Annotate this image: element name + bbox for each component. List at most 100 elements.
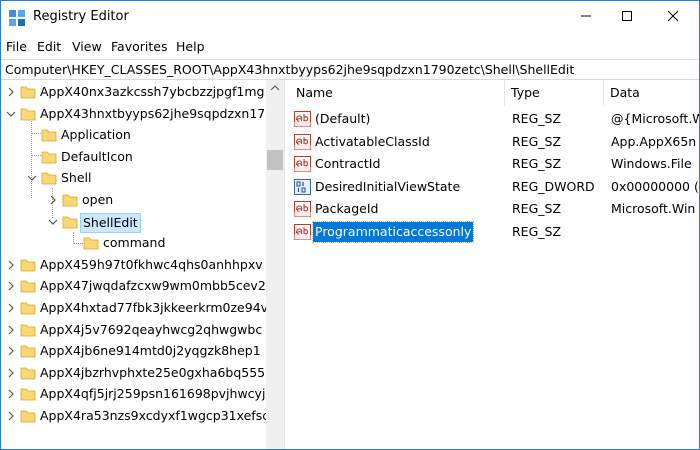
chevron-right-icon[interactable] [6,389,16,399]
address-path[interactable]: Computer\HKEY_CLASSES_ROOT\AppX43hnxtbyy… [5,62,574,77]
column-header-type[interactable]: Type [505,80,604,106]
window-title: Registry Editor [33,9,129,24]
folder-icon [62,194,78,207]
folder-icon [20,410,36,423]
value-type: REG_SZ [512,201,562,217]
value-type: REG_DWORD [512,178,595,194]
value-data: Microsoft.Win [611,201,696,217]
folder-icon [83,237,99,250]
value-row[interactable]: (Default) REG_SZ @{Microsoft.W [290,108,700,130]
minimize-button[interactable] [563,0,609,32]
folder-open-icon [62,216,78,228]
address-bar[interactable]: Computer\HKEY_CLASSES_ROOT\AppX43hnxtbyy… [0,59,700,80]
tree-item[interactable]: AppX4jbzrhvphxte25e0gxha6bq555 [0,363,266,384]
column-header-data[interactable]: Data [604,80,700,106]
chevron-right-icon[interactable] [6,260,16,270]
string-value-icon [294,201,311,218]
minimize-icon [581,15,591,17]
tree-item[interactable]: AppX459h97t0fkhwc4qhs0anhhpxv [0,255,266,276]
tree-item[interactable]: command [0,233,266,254]
scroll-up-icon[interactable] [266,80,284,96]
folder-icon [20,367,36,380]
tree-scrollbar[interactable] [266,80,284,450]
tree-item-label: AppX4hxtad77fbk3jkkeerkrm0ze94v [40,300,269,315]
folder-icon [20,388,36,401]
tree-item-label: AppX4jb6ne914mtd0j2yqgzk8hep1 [40,343,261,359]
chevron-right-icon[interactable] [6,346,16,356]
menu-help[interactable]: Help [176,39,205,54]
key-tree: AppX40nx3azkcssh7ybcbzzjpgf1mg AppX43hnxt… [0,80,284,450]
tree-item[interactable]: Shell [0,168,266,189]
value-row[interactable]: ActivatableClassId REG_SZ App.AppX65n [290,131,700,153]
tree-item[interactable]: AppX4hxtad77fbk3jkkeerkrm0ze94v [0,298,268,319]
chevron-right-icon[interactable] [6,303,16,313]
folder-icon [20,108,36,120]
tree-item[interactable]: open [0,190,266,211]
value-row[interactable]: PackageId REG_SZ Microsoft.Win [290,198,700,220]
maximize-icon [622,11,632,21]
value-type: REG_SZ [512,111,562,126]
string-value-icon [294,224,311,240]
close-button[interactable] [650,0,696,32]
binary-value-icon [294,178,311,195]
string-value-icon [294,133,311,150]
tree-item-label: command [103,235,166,251]
tree-item[interactable]: AppX4jb6ne914mtd0j2yqgzk8hep1 [0,341,266,362]
maximize-button[interactable] [604,0,650,32]
folder-icon [41,151,57,164]
title-bar: Registry Editor [0,0,700,36]
chevron-right-icon[interactable] [6,87,16,97]
chevron-right-icon[interactable] [6,368,16,378]
value-row[interactable]: Programmaticaccessonly REG_SZ [290,221,700,243]
chevron-down-icon[interactable] [27,173,37,183]
tree-item[interactable]: AppX40nx3azkcssh7ybcbzzjpgf1mg [0,82,266,103]
value-type: REG_SZ [512,133,562,149]
tree-item-label: AppX40nx3azkcssh7ybcbzzjpgf1mg [40,84,265,99]
value-data: @{Microsoft.W [611,111,700,126]
close-icon [667,10,679,22]
chevron-down-icon[interactable] [6,109,16,119]
value-row[interactable]: DesiredInitialViewState REG_DWORD 0x000000… [290,176,700,198]
value-row[interactable]: ContractId REG_SZ Windows.File [290,153,700,175]
chevron-right-icon[interactable] [6,325,16,335]
chevron-right-icon[interactable] [6,281,16,291]
column-header-name[interactable]: Name [290,80,505,106]
menu-edit[interactable]: Edit [37,39,61,54]
value-data: Windows.File [611,156,692,172]
tree-item[interactable]: AppX4qfj5jrj259psn161698pvjhwcyj [0,384,266,405]
tree-item-label: AppX47jwqdafzcxw9wm0mbb5cev2 [40,278,266,294]
tree-item[interactable]: AppX4ra53nzs9xcdyxf1wgcp31xefsc [0,406,269,427]
string-value-icon [294,111,311,127]
value-type: REG_SZ [512,156,562,172]
chevron-right-icon[interactable] [48,195,58,205]
tree-item[interactable]: ShellEdit [0,212,266,233]
tree-item-label: Shell [61,170,92,186]
tree-item-label: AppX4j5v7692qeayhwcg2qhwgwbc [40,321,263,337]
folder-icon [20,345,36,358]
folder-icon [20,86,36,99]
tree-item[interactable]: DefaultIcon [0,147,266,168]
tree-item[interactable]: AppX43hnxtbyyps62jhe9sqpdzxn17 [0,104,266,125]
string-value-icon [294,156,311,173]
value-data: App.AppX65n [611,133,697,149]
tree-item-label: AppX4qfj5jrj259psn161698pvjhwcyj [40,386,266,402]
tree-item[interactable]: AppX47jwqdafzcxw9wm0mbb5cev2 [0,276,266,297]
value-data: 0x00000000 (0 [611,178,700,194]
tree-item-label: AppX43hnxtbyyps62jhe9sqpdzxn17 [40,105,266,121]
folder-icon [41,129,57,142]
menu-favorites[interactable]: Favorites [111,39,167,54]
folder-icon [20,302,36,315]
chevron-right-icon[interactable] [6,411,16,421]
tree-item[interactable]: AppX4j5v7692qeayhwcg2qhwgwbc [0,320,266,341]
chevron-down-icon[interactable] [48,217,58,227]
scroll-thumb[interactable] [267,150,283,170]
tree-item[interactable]: Application [0,125,266,146]
tree-item-label: DefaultIcon [61,148,133,164]
tree-item-label: Application [61,127,131,143]
menu-file[interactable]: File [6,39,27,54]
folder-icon [20,280,36,293]
menu-view[interactable]: View [72,39,102,54]
value-name: Programmaticaccessonly [311,221,475,243]
tree-item-label: ShellEdit [80,212,141,233]
value-name: PackageId [315,201,379,217]
